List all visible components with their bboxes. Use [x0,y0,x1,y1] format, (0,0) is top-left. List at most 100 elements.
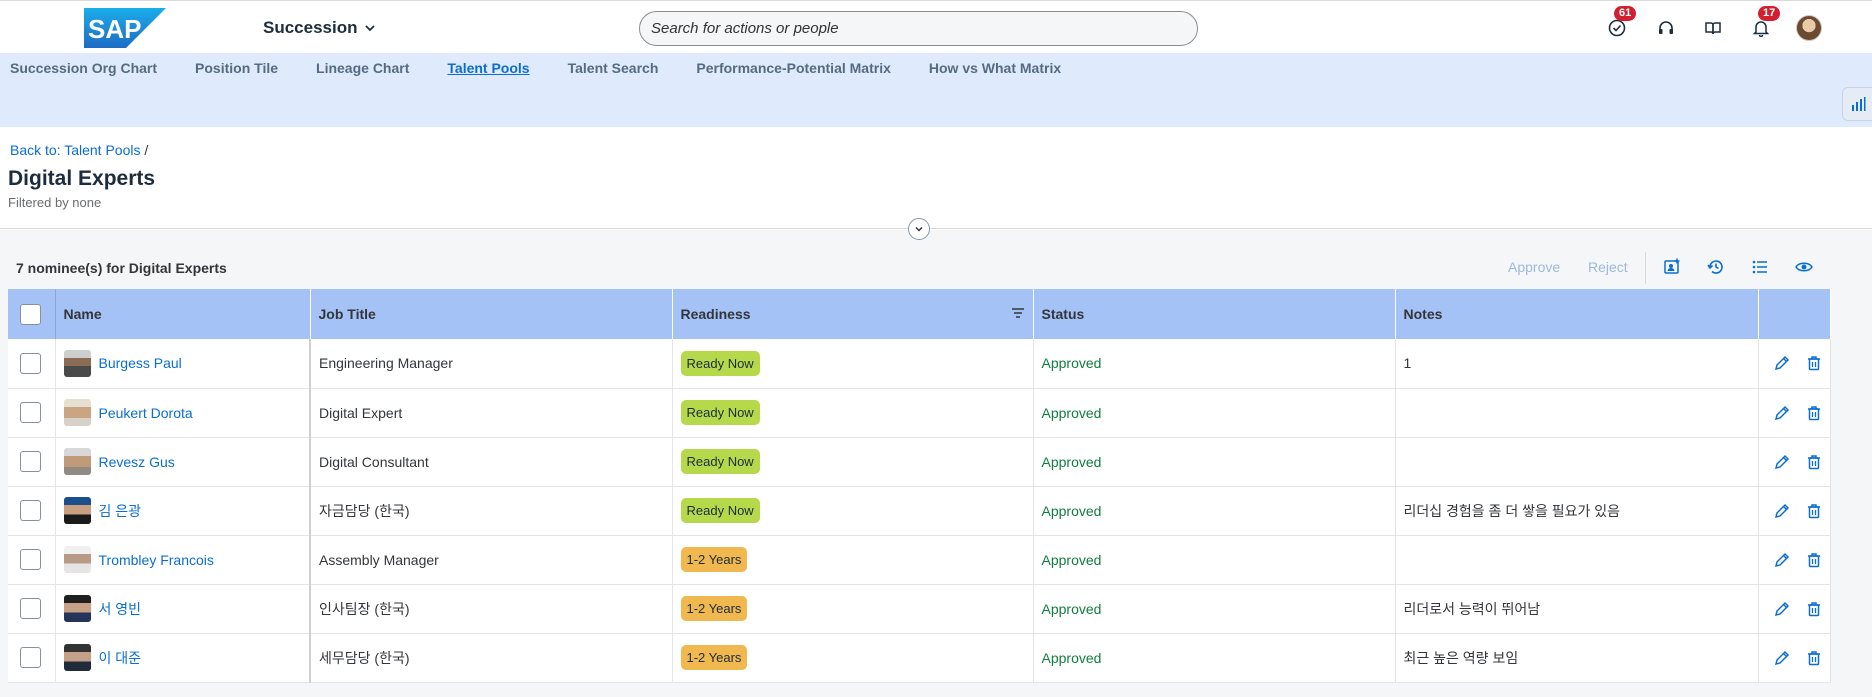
profile-photo [63,546,91,573]
delete-button[interactable] [1804,452,1824,472]
edit-button[interactable] [1772,599,1792,619]
trash-icon [1808,454,1820,469]
delete-button[interactable] [1804,599,1824,619]
column-header-readiness[interactable]: Readiness [672,289,1034,339]
delete-button[interactable] [1804,550,1824,570]
history-icon [1707,260,1723,274]
profile-photo [63,497,91,524]
edit-button[interactable] [1772,648,1792,668]
tab-position-tile[interactable]: Position Tile [195,60,278,76]
person: Trombley Francois [63,546,309,573]
table-header-row: Name Job Title Readiness Status Notes [8,289,1831,339]
readiness-badge: 1-2 Years [680,547,748,572]
tab-lineage-chart[interactable]: Lineage Chart [316,60,409,76]
table-row[interactable]: 서 영빈 인사팀장 (한국) 1-2 Years Approved 리더로서 능… [8,584,1831,633]
table-row[interactable]: Burgess Paul Engineering Manager Ready N… [8,339,1831,388]
side-panel-toggle[interactable] [1842,87,1872,121]
tab-talent-search[interactable]: Talent Search [568,60,659,76]
support-button[interactable] [1653,15,1679,41]
table-row[interactable]: Trombley Francois Assembly Manager 1-2 Y… [8,535,1831,584]
notifications-button[interactable]: 17 [1748,6,1781,41]
column-header-name[interactable]: Name [55,289,311,339]
approve-button[interactable]: Approve [1508,259,1560,275]
sap-logo[interactable]: SAP [84,8,166,48]
row-checkbox[interactable] [20,647,41,668]
nominee-name-link[interactable]: Trombley Francois [99,552,214,568]
sub-navigation: Succession Org Chart Position Tile Lineage… [0,53,1872,127]
person: Revesz Gus [63,448,309,475]
list-view-button[interactable] [1749,256,1771,278]
job-title-cell: Assembly Manager [310,535,673,584]
name-cell: 서 영빈 [55,584,311,633]
edit-button[interactable] [1772,452,1792,472]
tab-succession-org-chart[interactable]: Succession Org Chart [10,60,157,76]
delete-button[interactable] [1804,648,1824,668]
job-title-cell: 자금담당 (한국) [310,486,673,535]
user-avatar[interactable] [1796,15,1822,41]
filter-icon[interactable] [1011,307,1025,319]
chevron-down-icon [915,226,923,232]
readiness-badge: 1-2 Years [680,596,748,621]
view-settings-button[interactable] [1793,256,1815,278]
pencil-icon [1774,552,1790,567]
row-select-cell [8,437,56,486]
delete-button[interactable] [1804,353,1824,373]
pencil-icon [1774,454,1790,469]
nominee-name-link[interactable]: 서 영빈 [99,599,142,619]
row-checkbox[interactable] [20,549,41,570]
todo-button[interactable]: 61 [1604,6,1637,41]
person: Peukert Dorota [63,399,309,426]
status-cell: Approved [1033,633,1396,682]
edit-button[interactable] [1772,501,1792,521]
reject-button[interactable]: Reject [1588,259,1628,275]
table-title: 7 nominee(s) for Digital Experts [16,260,227,276]
row-select-cell [8,535,56,584]
collapse-header-button[interactable] [908,218,930,240]
search-field[interactable] [639,11,1198,46]
row-checkbox[interactable] [20,598,41,619]
nominee-name-link[interactable]: Revesz Gus [99,454,175,470]
app-title-menu[interactable]: Succession [263,18,376,38]
column-header-notes[interactable]: Notes [1395,289,1759,339]
row-checkbox[interactable] [20,352,41,374]
tab-performance-potential-matrix[interactable]: Performance-Potential Matrix [696,60,891,76]
edit-button[interactable] [1772,403,1792,423]
column-header-status[interactable]: Status [1033,289,1396,339]
delete-button[interactable] [1804,501,1824,521]
app-title: Succession [263,18,358,37]
select-all-checkbox[interactable] [20,303,41,325]
edit-button[interactable] [1772,550,1792,570]
row-checkbox[interactable] [20,500,41,521]
notes-cell: 최근 높은 역량 보임 [1395,633,1759,682]
table-row[interactable]: Revesz Gus Digital Consultant Ready Now … [8,437,1831,486]
tab-how-vs-what-matrix[interactable]: How vs What Matrix [929,60,1061,76]
edit-button[interactable] [1772,353,1792,373]
book-icon [1705,22,1721,35]
search-input[interactable] [651,20,1197,37]
nominee-name-link[interactable]: Burgess Paul [99,355,182,371]
nominee-name-link[interactable]: 이 대준 [99,648,142,668]
delete-button[interactable] [1804,403,1824,423]
column-header-job-title[interactable]: Job Title [310,289,673,339]
table-row[interactable]: 이 대준 세무담당 (한국) 1-2 Years Approved 최근 높은 … [8,633,1831,682]
list-icon [1752,260,1767,274]
nominee-name-link[interactable]: Peukert Dorota [99,405,193,421]
history-button[interactable] [1705,256,1727,278]
name-cell: 김 은광 [55,486,311,535]
row-actions [1767,550,1830,570]
profile-photo [63,448,91,475]
nominee-name-link[interactable]: 김 은광 [99,501,142,521]
readiness-cell: 1-2 Years [672,584,1034,633]
learning-button[interactable] [1700,15,1726,41]
row-select-cell [8,486,56,535]
row-checkbox[interactable] [20,402,41,423]
actions-cell [1758,584,1831,633]
tab-talent-pools[interactable]: Talent Pools [447,60,529,76]
table-row[interactable]: Peukert Dorota Digital Expert Ready Now … [8,388,1831,437]
table-row[interactable]: 김 은광 자금담당 (한국) Ready Now Approved 리더십 경험… [8,486,1831,535]
pencil-icon [1774,503,1790,518]
add-nominee-button[interactable] [1661,256,1683,278]
row-checkbox[interactable] [20,451,41,472]
actions-cell [1758,339,1831,388]
breadcrumb-back-link[interactable]: Back to: Talent Pools [10,142,140,158]
